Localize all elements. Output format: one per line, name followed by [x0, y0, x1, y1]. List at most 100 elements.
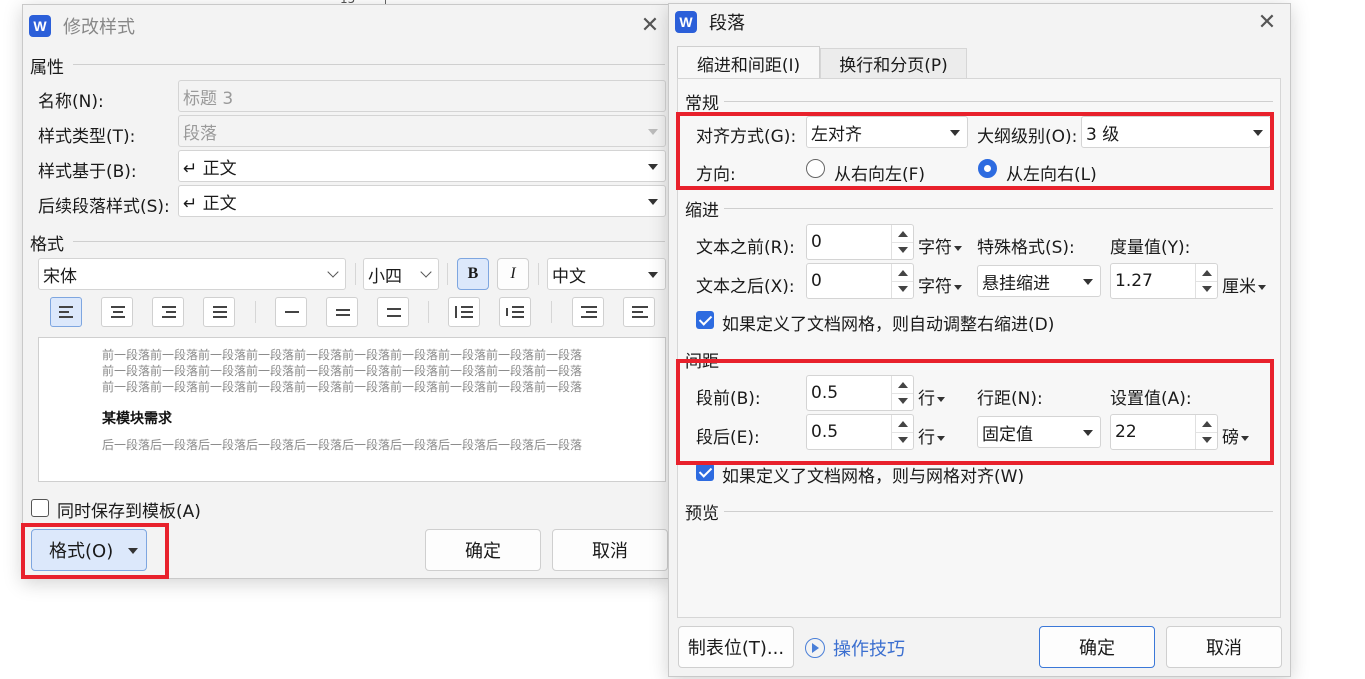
next-style-label: 后续段落样式(S):: [38, 197, 170, 217]
script-select[interactable]: 中文: [547, 258, 666, 290]
decrease-para-spacing-button[interactable]: [499, 297, 531, 327]
space-after-unit[interactable]: 行: [918, 423, 945, 448]
next-style-select[interactable]: ↵ 正文: [178, 185, 666, 217]
spin-up-icon[interactable]: [898, 270, 908, 276]
line-spacing-select[interactable]: 固定值: [977, 416, 1101, 448]
wps-logo-icon: W: [29, 15, 51, 37]
increase-para-spacing-button[interactable]: [448, 297, 480, 327]
spin-down-icon[interactable]: [898, 247, 908, 253]
set-value-value: 22: [1115, 422, 1137, 442]
space-before-spinner[interactable]: 0.5: [806, 375, 914, 411]
set-value-spinner[interactable]: 22: [1110, 414, 1218, 450]
decrease-indent-button[interactable]: [572, 297, 604, 327]
type-label: 样式类型(T):: [38, 127, 136, 147]
align-right-button[interactable]: [152, 297, 184, 327]
one-half-spacing-button[interactable]: [326, 297, 358, 327]
based-on-value: ↵ 正文: [183, 158, 237, 179]
preview-sample-text: 某模块需求: [102, 411, 172, 427]
paragraph-ok-button[interactable]: 确定: [1039, 626, 1155, 668]
tab-label: 缩进和间距(I): [696, 55, 801, 76]
dropdown-arrow-icon: [1083, 279, 1093, 285]
measure-spinner[interactable]: 1.27: [1110, 263, 1218, 299]
indent-before-spinner[interactable]: 0: [806, 224, 914, 260]
ltr-radio[interactable]: [978, 159, 997, 178]
bold-button[interactable]: B: [457, 258, 489, 290]
measure-value: 1.27: [1115, 271, 1153, 291]
title-bar: W 段落 ✕: [669, 4, 1290, 40]
font-select[interactable]: 宋体: [38, 258, 346, 290]
spin-down-icon[interactable]: [898, 398, 908, 404]
double-spacing-button[interactable]: [377, 297, 409, 327]
spin-down-icon[interactable]: [1202, 437, 1212, 443]
space-before-label: 段前(B):: [696, 389, 761, 409]
dropdown-arrow-icon: [648, 272, 658, 278]
outline-level-select[interactable]: 3 级: [1081, 116, 1271, 148]
paragraph-cancel-button[interactable]: 取消: [1166, 626, 1282, 668]
rtl-radio[interactable]: [806, 159, 825, 178]
spin-up-icon[interactable]: [898, 231, 908, 237]
line-spacing-value: 固定值: [982, 424, 1033, 445]
indent-after-spinner[interactable]: 0: [806, 263, 914, 299]
style-ok-button[interactable]: 确定: [425, 529, 541, 571]
alignment-select[interactable]: 左对齐: [806, 116, 968, 148]
indent-after-label: 文本之后(X):: [696, 277, 795, 297]
justify-button[interactable]: [203, 297, 235, 327]
name-value: 标题 3: [183, 88, 234, 109]
preview-divider: [724, 511, 1273, 512]
spin-up-icon[interactable]: [898, 421, 908, 427]
preview-next-line: 后一段落后一段落后一段落后一段落后一段落后一段落后一段落后一段落后一段落后一段落: [102, 438, 583, 452]
align-center-button[interactable]: [101, 297, 133, 327]
alignment-label: 对齐方式(G):: [696, 127, 797, 147]
based-on-select[interactable]: ↵ 正文: [178, 150, 666, 182]
snap-to-grid-checkbox[interactable]: [696, 463, 714, 481]
special-format-label: 特殊格式(S):: [977, 238, 1075, 258]
next-style-value: ↵ 正文: [183, 193, 237, 214]
name-field[interactable]: 标题 3: [178, 80, 666, 112]
dialog-title: 段落: [709, 13, 745, 34]
save-to-template-checkbox[interactable]: [31, 499, 49, 517]
tips-link[interactable]: 操作技巧: [805, 635, 905, 661]
script-value: 中文: [552, 266, 586, 287]
measure-unit[interactable]: 厘米: [1222, 272, 1266, 297]
special-format-select[interactable]: 悬挂缩进: [977, 265, 1101, 297]
chevron-down-icon: [327, 266, 339, 278]
style-type-select[interactable]: 段落: [178, 115, 666, 147]
space-after-spinner[interactable]: 0.5: [806, 414, 914, 450]
spin-down-icon[interactable]: [898, 437, 908, 443]
align-left-button[interactable]: [50, 297, 82, 327]
modify-style-dialog: W 修改样式 ✕ 属性 名称(N): 标题 3 样式类型(T): 段落 样式基于…: [22, 4, 670, 579]
dropdown-arrow-icon: [128, 548, 138, 554]
style-cancel-button[interactable]: 取消: [552, 529, 668, 571]
indent-after-value: 0: [811, 271, 822, 291]
spin-up-icon[interactable]: [1202, 270, 1212, 276]
font-size-select[interactable]: 小四: [363, 258, 439, 290]
format-divider: [73, 241, 665, 242]
spin-up-icon[interactable]: [1202, 421, 1212, 427]
chevron-down-icon: [420, 266, 432, 278]
set-value-unit[interactable]: 磅: [1222, 423, 1249, 448]
tab-indent-spacing[interactable]: 缩进和间距(I): [677, 46, 820, 79]
name-label: 名称(N):: [38, 92, 104, 112]
preview-prev-line: 前一段落前一段落前一段落前一段落前一段落前一段落前一段落前一段落前一段落前一段落: [102, 380, 583, 394]
preview-header: 预览: [685, 504, 719, 524]
spin-down-icon[interactable]: [898, 286, 908, 292]
italic-button[interactable]: I: [497, 258, 529, 290]
tab-line-page-breaks[interactable]: 换行和分页(P): [820, 48, 967, 79]
toolbar-separator: [355, 263, 356, 285]
indent-after-unit[interactable]: 字符: [918, 272, 962, 297]
spin-up-icon[interactable]: [898, 382, 908, 388]
close-icon[interactable]: ✕: [635, 10, 665, 40]
space-before-unit[interactable]: 行: [918, 384, 945, 409]
increase-indent-button[interactable]: [623, 297, 655, 327]
format-menu-button[interactable]: 格式(O): [31, 529, 147, 571]
indent-before-unit[interactable]: 字符: [918, 233, 962, 258]
outline-level-value: 3 级: [1086, 124, 1120, 145]
line-spacing-label: 行距(N):: [977, 389, 1043, 409]
spin-down-icon[interactable]: [1202, 286, 1212, 292]
single-spacing-button[interactable]: [275, 297, 307, 327]
auto-right-indent-checkbox[interactable]: [696, 311, 714, 329]
close-icon[interactable]: ✕: [1252, 7, 1282, 37]
tab-stops-button[interactable]: 制表位(T)...: [678, 626, 794, 668]
cancel-label: 取消: [592, 541, 628, 562]
dropdown-arrow-icon: [1253, 130, 1263, 136]
